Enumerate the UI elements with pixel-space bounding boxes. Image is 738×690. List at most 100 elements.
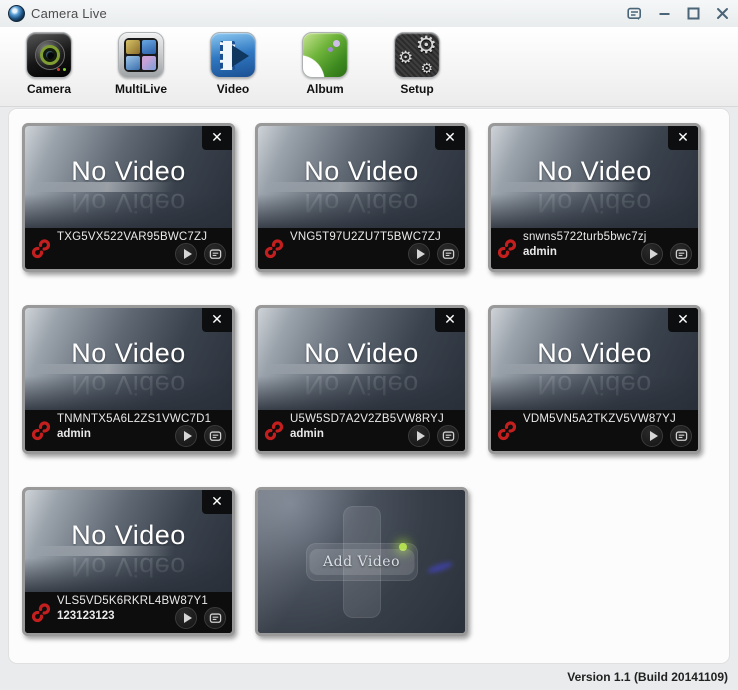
camera-meta: TXG5VX522VAR95BWC7ZJ xyxy=(57,231,228,243)
add-video-tile[interactable]: Add Video xyxy=(255,487,468,636)
add-video-label[interactable]: Add Video xyxy=(309,549,414,575)
tab-video[interactable]: Video xyxy=(202,32,264,96)
video-preview: No Video No Video ✕ xyxy=(25,490,232,592)
camera-tile: No Video No Video ✕ U5W5SD7A2V2ZB5VW8RYJ… xyxy=(255,305,468,454)
broken-link-icon xyxy=(496,420,518,442)
play-icon[interactable] xyxy=(175,243,197,265)
close-tile-icon[interactable]: ✕ xyxy=(668,308,698,332)
reflection-fade xyxy=(25,376,232,410)
settings-icon[interactable] xyxy=(204,607,226,629)
minimize-icon[interactable] xyxy=(657,6,672,21)
play-icon[interactable] xyxy=(175,607,197,629)
add-video-area[interactable]: Add Video xyxy=(258,490,465,633)
tile-actions xyxy=(175,243,226,265)
tile-actions xyxy=(175,425,226,447)
tab-setup-label: Setup xyxy=(400,82,433,96)
video-preview: No Video No Video ✕ xyxy=(491,126,698,228)
leaf-photo-icon xyxy=(302,32,348,78)
play-icon[interactable] xyxy=(641,243,663,265)
window-title: Camera Live xyxy=(31,6,107,21)
broken-link-icon xyxy=(30,602,52,624)
camera-tile: No Video No Video ✕ VNG5T97U2ZU7T5BWC7ZJ xyxy=(255,123,468,272)
camera-meta: VDM5VN5A2TKZV5VW87YJ xyxy=(523,413,694,425)
main-toolbar: Camera MultiLive Video Album ⚙⚙⚙ Setup xyxy=(0,27,738,107)
camera-id: VLS5VD5K6RKRL4BW87Y1 xyxy=(57,595,228,607)
camera-info-bar: U5W5SD7A2V2ZB5VW8RYJ admin xyxy=(258,410,465,451)
video-preview: No Video No Video ✕ xyxy=(25,126,232,228)
window-controls xyxy=(626,6,730,22)
camera-info-bar: VNG5T97U2ZU7T5BWC7ZJ xyxy=(258,228,465,269)
app-logo-icon xyxy=(8,5,25,22)
tab-video-label: Video xyxy=(217,82,249,96)
camera-tile: No Video No Video ✕ VLS5VD5K6RKRL4BW87Y1… xyxy=(22,487,235,636)
broken-link-icon xyxy=(263,420,285,442)
reflection-fade xyxy=(25,558,232,592)
tab-multilive[interactable]: MultiLive xyxy=(110,32,172,96)
reflection-fade xyxy=(258,376,465,410)
tab-album-label: Album xyxy=(306,82,343,96)
tile-actions xyxy=(408,425,459,447)
camera-tile: No Video No Video ✕ VDM5VN5A2TKZV5VW87YJ xyxy=(488,305,701,454)
settings-icon[interactable] xyxy=(437,243,459,265)
tab-album[interactable]: Album xyxy=(294,32,356,96)
tab-camera[interactable]: Camera xyxy=(18,32,80,96)
camera-id: TNMNTX5A6L2ZS1VWC7D1 xyxy=(57,413,228,425)
tab-setup[interactable]: ⚙⚙⚙ Setup xyxy=(386,32,448,96)
play-icon[interactable] xyxy=(641,425,663,447)
tab-camera-label: Camera xyxy=(27,82,71,96)
play-icon[interactable] xyxy=(175,425,197,447)
camera-lens-icon xyxy=(26,32,72,78)
tile-actions xyxy=(641,243,692,265)
version-text: Version 1.1 (Build 20141109) xyxy=(567,670,728,684)
broken-link-icon xyxy=(263,238,285,260)
video-preview: No Video No Video ✕ xyxy=(258,126,465,228)
camera-info-bar: TXG5VX522VAR95BWC7ZJ xyxy=(25,228,232,269)
camera-id: VDM5VN5A2TKZV5VW87YJ xyxy=(523,413,694,425)
status-bar: Version 1.1 (Build 20141109) xyxy=(0,664,738,690)
close-tile-icon[interactable]: ✕ xyxy=(202,126,232,150)
camera-grid: No Video No Video ✕ TXG5VX522VAR95BWC7ZJ xyxy=(9,109,729,636)
camera-tile: No Video No Video ✕ TNMNTX5A6L2ZS1VWC7D1… xyxy=(22,305,235,454)
close-tile-icon[interactable]: ✕ xyxy=(202,490,232,514)
camera-id: TXG5VX522VAR95BWC7ZJ xyxy=(57,231,228,243)
camera-tile: No Video No Video ✕ TXG5VX522VAR95BWC7ZJ xyxy=(22,123,235,272)
feedback-icon[interactable] xyxy=(626,6,643,22)
camera-panel: No Video No Video ✕ TXG5VX522VAR95BWC7ZJ xyxy=(8,108,730,664)
broken-link-icon xyxy=(496,238,518,260)
tile-actions xyxy=(641,425,692,447)
close-tile-icon[interactable]: ✕ xyxy=(668,126,698,150)
camera-id: U5W5SD7A2V2ZB5VW8RYJ xyxy=(290,413,461,425)
play-icon[interactable] xyxy=(408,425,430,447)
close-tile-icon[interactable]: ✕ xyxy=(435,126,465,150)
settings-icon[interactable] xyxy=(204,243,226,265)
settings-icon[interactable] xyxy=(437,425,459,447)
camera-tile: No Video No Video ✕ snwns5722turb5bwc7zj… xyxy=(488,123,701,272)
close-tile-icon[interactable]: ✕ xyxy=(435,308,465,332)
video-preview: No Video No Video ✕ xyxy=(491,308,698,410)
video-preview: No Video No Video ✕ xyxy=(25,308,232,410)
camera-info-bar: VLS5VD5K6RKRL4BW87Y1 123123123 xyxy=(25,592,232,633)
camera-info-bar: snwns5722turb5bwc7zj admin xyxy=(491,228,698,269)
video-preview: No Video No Video ✕ xyxy=(258,308,465,410)
close-tile-icon[interactable]: ✕ xyxy=(202,308,232,332)
maximize-icon[interactable] xyxy=(686,6,701,21)
broken-link-icon xyxy=(30,238,52,260)
reflection-fade xyxy=(25,194,232,228)
broken-link-icon xyxy=(30,420,52,442)
tile-actions xyxy=(408,243,459,265)
camera-info-bar: VDM5VN5A2TKZV5VW87YJ xyxy=(491,410,698,451)
tile-actions xyxy=(175,607,226,629)
reflection-fade xyxy=(491,376,698,410)
title-bar: Camera Live xyxy=(0,0,738,27)
multi-thumbnails-icon xyxy=(118,32,164,78)
gears-icon: ⚙⚙⚙ xyxy=(394,32,440,78)
tab-multilive-label: MultiLive xyxy=(115,82,167,96)
camera-meta: VNG5T97U2ZU7T5BWC7ZJ xyxy=(290,231,461,243)
close-icon[interactable] xyxy=(715,6,730,21)
reflection-fade xyxy=(258,194,465,228)
settings-icon[interactable] xyxy=(670,243,692,265)
settings-icon[interactable] xyxy=(670,425,692,447)
settings-icon[interactable] xyxy=(204,425,226,447)
play-icon[interactable] xyxy=(408,243,430,265)
reflection-fade xyxy=(491,194,698,228)
